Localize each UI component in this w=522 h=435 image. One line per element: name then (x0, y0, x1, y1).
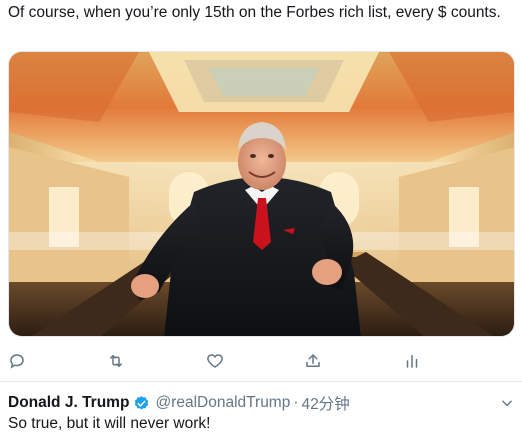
tweet-actions (0, 350, 522, 378)
heart-icon[interactable] (204, 350, 226, 372)
analytics-icon[interactable] (401, 350, 423, 372)
photo-image (9, 52, 514, 336)
retweet-icon[interactable] (105, 350, 127, 372)
share-icon[interactable] (302, 350, 324, 372)
reply-timestamp[interactable]: 42分钟 (302, 392, 350, 414)
separator-dot: · (293, 394, 299, 411)
reply-text: So true, but it will never work! (8, 415, 211, 432)
reply-header: Donald J. Trump @realDonaldTrump · 42分钟 (8, 392, 350, 414)
reply-author-name[interactable]: Donald J. Trump (8, 394, 129, 412)
reply-author-handle[interactable]: @realDonaldTrump (155, 394, 290, 412)
verified-badge-icon (133, 395, 150, 412)
tweet-photo[interactable] (8, 51, 515, 337)
tweet-screen: Of course, when you’re only 15th on the … (0, 0, 522, 435)
divider (0, 381, 522, 382)
tweet-text: Of course, when you’re only 15th on the … (8, 4, 501, 21)
reply-icon[interactable] (6, 350, 28, 372)
chevron-down-icon[interactable] (500, 396, 514, 410)
